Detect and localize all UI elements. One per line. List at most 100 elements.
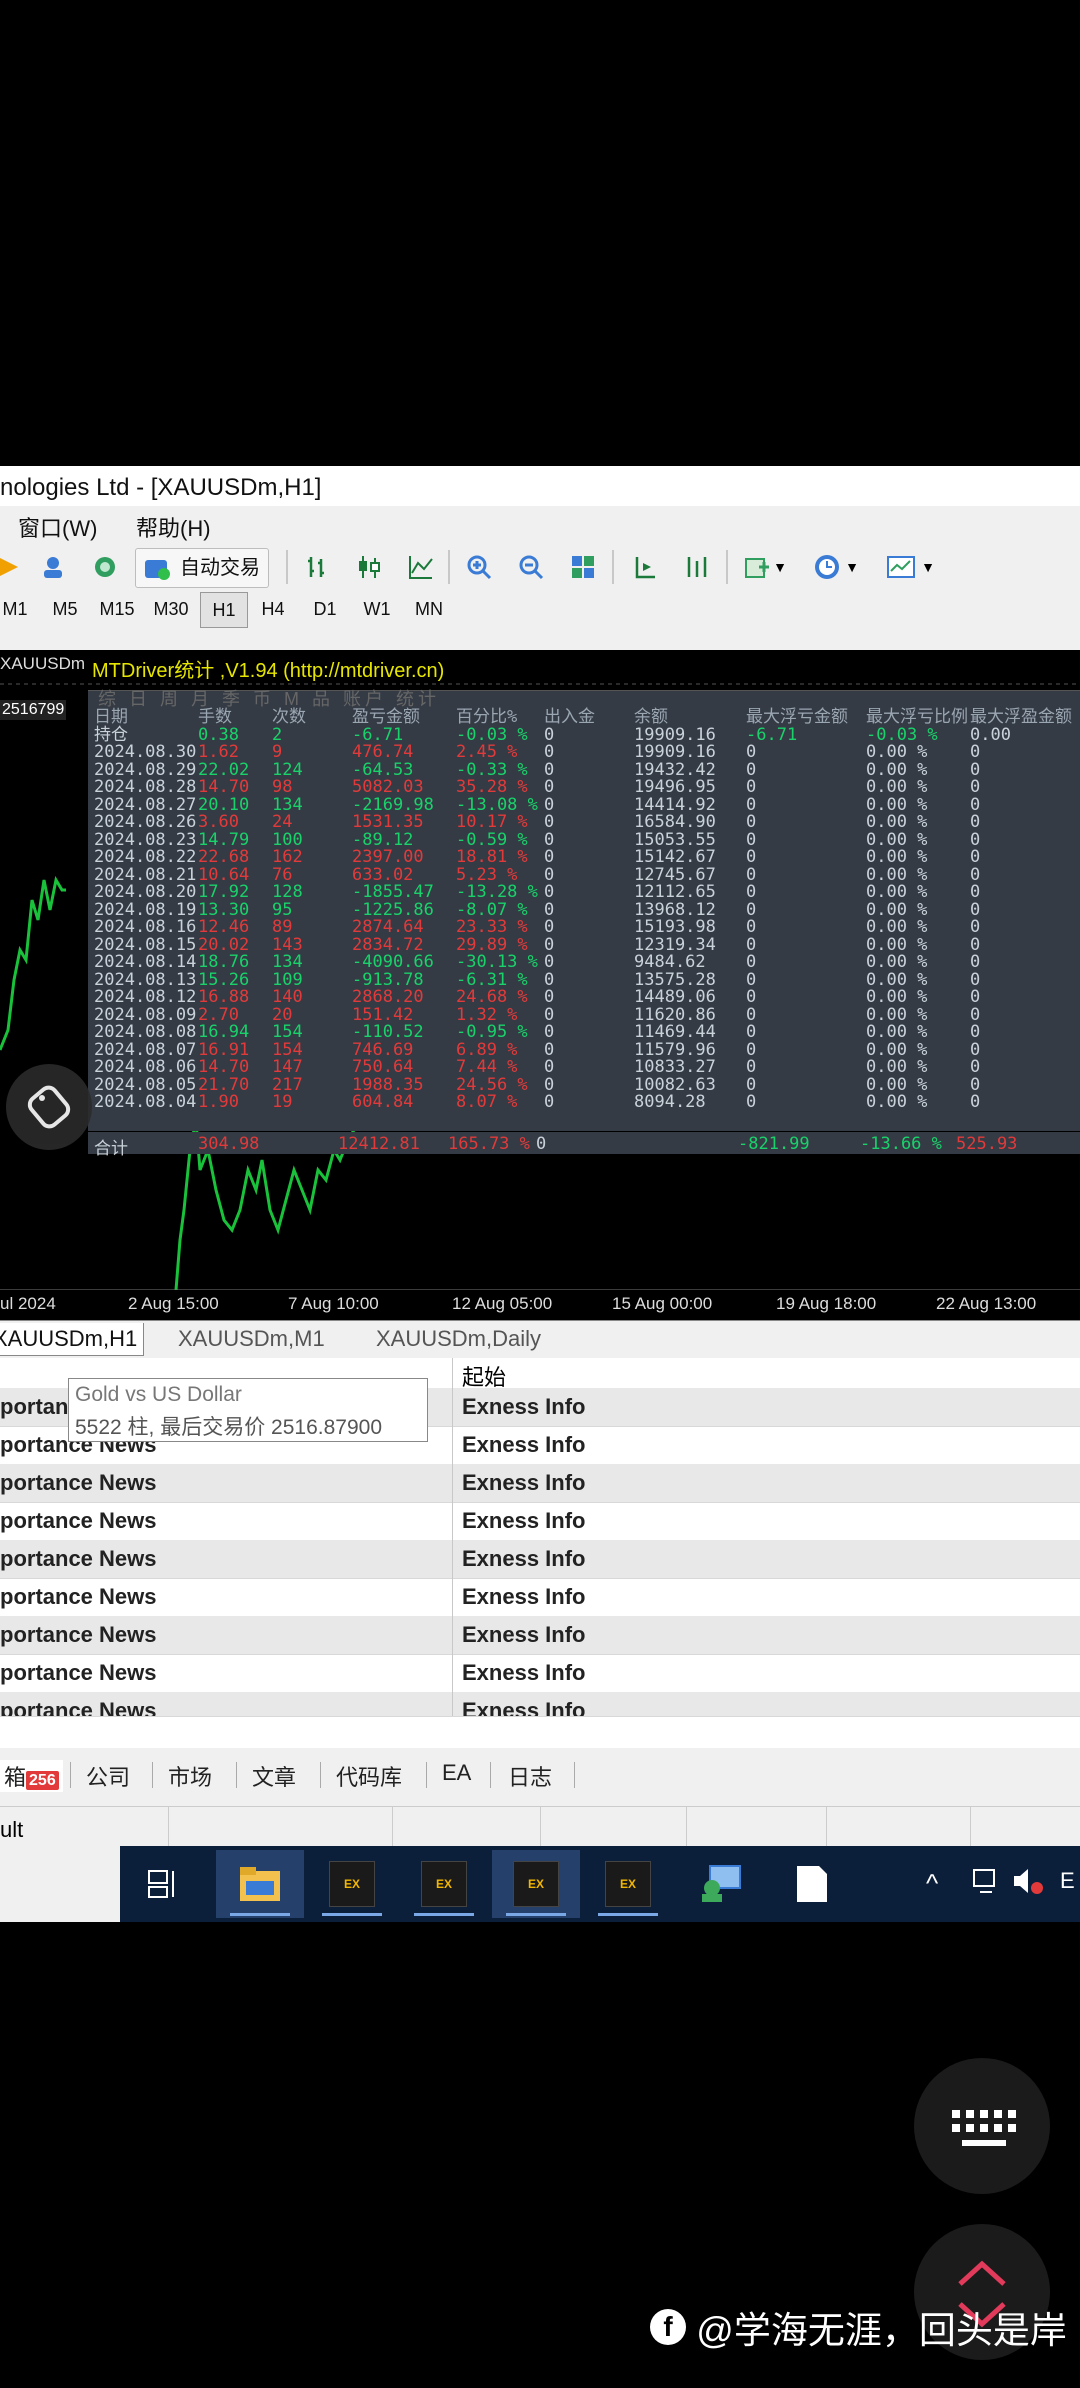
zoom-in-icon[interactable] — [462, 550, 496, 584]
exness-terminal-taskbar[interactable]: EX — [584, 1850, 672, 1918]
tile-windows-icon[interactable] — [566, 550, 600, 584]
stats-cell: 2024.08.16 — [94, 917, 197, 937]
stats-cell: 18.81 % — [456, 847, 528, 867]
stats-cell: -4090.66 — [352, 952, 434, 972]
stats-row: 2024.08.20 17.92 128 -1855.47 -13.28 % 0 12112… — [94, 883, 1072, 902]
timeframe-m1[interactable]: M1 — [0, 592, 38, 626]
total-pnl: 12412.81 — [338, 1134, 420, 1154]
news-title: portance News — [0, 1660, 157, 1685]
chevron-down-icon[interactable]: ▼ — [770, 550, 790, 584]
auto-trading-label: 自动交易 — [180, 557, 260, 579]
chart-shift-icon[interactable] — [628, 550, 662, 584]
menu-help[interactable]: 帮助(H) — [136, 511, 211, 543]
stats-cell: -110.52 — [352, 1022, 424, 1042]
news-row[interactable]: portance News Exness Info — [0, 1654, 1080, 1693]
network-icon[interactable] — [972, 1866, 1002, 1903]
stats-panel: 综 日 周 月 季 币 M 品 账户 统计 日期 手数 次数 盈亏金额 百分比% 出入金余… — [88, 689, 1080, 1131]
chevron-down-icon[interactable]: ▼ — [842, 550, 862, 584]
stats-cell: 2024.08.12 — [94, 987, 197, 1007]
timeframe-m30[interactable]: M30 — [148, 592, 194, 626]
timeframe-mn[interactable]: MN — [406, 592, 452, 626]
keyboard-icon — [952, 2110, 1016, 2146]
stats-cell: 0.00 % — [866, 917, 928, 937]
tab-journal[interactable]: 日志 — [508, 1760, 552, 1792]
stats-cell: 0 — [544, 794, 555, 815]
keyboard-toggle-button[interactable] — [914, 2058, 1050, 2194]
chevron-down-icon[interactable]: ▼ — [918, 550, 938, 584]
news-row[interactable]: portance News Exness Info — [0, 1616, 1080, 1655]
stats-table: 日期 手数 次数 盈亏金额 百分比% 出入金 余额 最大浮亏金额 最大浮亏比例 最大浮盈金额 持仓… — [94, 707, 1072, 1112]
stats-cell: 2024.08.14 — [94, 952, 197, 972]
news-row[interactable]: portance News Exness Info — [0, 1578, 1080, 1617]
column-divider — [452, 1358, 453, 1388]
menu-window[interactable]: 窗口(W) — [18, 511, 97, 543]
floating-tool-button[interactable] — [6, 1064, 92, 1150]
tab-xauusdm-h1[interactable]: XAUUSDm,H1 — [0, 1323, 145, 1356]
line-chart-icon[interactable] — [404, 550, 438, 584]
stats-cell: 16584.90 — [634, 812, 716, 832]
bar-chart-icon[interactable] — [302, 550, 336, 584]
stats-total-row: 合计 304.98 12412.81 165.73 % 0 -821.99 -1… — [88, 1132, 1080, 1159]
stats-cell: 14.70 — [198, 1057, 250, 1077]
timeframe-h1[interactable]: H1 — [200, 592, 248, 628]
stats-cell: 0 — [970, 742, 981, 762]
exness-terminal-taskbar[interactable]: EX — [400, 1850, 488, 1918]
timeframe-h4[interactable]: H4 — [250, 592, 296, 626]
task-view-button[interactable] — [120, 1850, 208, 1918]
tab-company[interactable]: 公司 — [86, 1760, 130, 1792]
price-chart[interactable]: XAUUSDm 2516799 MTDriver统计 ,V1.94 (http:… — [0, 650, 1080, 1290]
file-explorer-taskbar[interactable] — [216, 1850, 304, 1918]
stats-cell: 0 — [544, 864, 555, 885]
zoom-out-icon[interactable] — [514, 550, 548, 584]
news-row[interactable]: portance News Exness Info — [0, 1692, 1080, 1717]
news-row[interactable]: portance News Exness Info — [0, 1464, 1080, 1503]
tab-articles[interactable]: 文章 — [252, 1760, 296, 1792]
auto-scroll-icon[interactable] — [680, 550, 714, 584]
tab-xauusdm-daily[interactable]: XAUUSDm,Daily — [370, 1323, 547, 1355]
accounts-icon[interactable] — [36, 550, 70, 584]
timeframe-m15[interactable]: M15 — [94, 592, 140, 626]
stats-cell: 0 — [544, 829, 555, 850]
stats-cell: 0 — [970, 934, 981, 955]
notepad-taskbar[interactable] — [768, 1850, 856, 1918]
stats-column-header: 百分比% — [456, 707, 518, 727]
indicators-icon[interactable] — [740, 550, 774, 584]
stats-cell: 0 — [970, 1004, 981, 1025]
stats-cell: 0 — [970, 1057, 981, 1077]
periods-icon[interactable] — [810, 550, 844, 584]
tab-market[interactable]: 市场 — [168, 1760, 212, 1792]
stats-cell: 0 — [970, 1039, 981, 1060]
auto-trading-button[interactable]: 自动交易 — [135, 548, 269, 588]
news-row[interactable]: portance News Exness Info — [0, 1502, 1080, 1541]
exness-terminal-taskbar[interactable]: EX — [492, 1850, 580, 1918]
stats-column-header: 最大浮亏比例 — [866, 707, 968, 727]
remote-desktop-taskbar[interactable] — [676, 1850, 764, 1918]
candlestick-icon[interactable] — [352, 550, 386, 584]
stats-cell: 0 — [970, 969, 981, 990]
news-row[interactable]: portance News Exness Info — [0, 1540, 1080, 1579]
tab-xauusdm-m1[interactable]: XAUUSDm,M1 — [172, 1323, 331, 1355]
toolbar-separator — [448, 550, 450, 584]
timeframe-d1[interactable]: D1 — [302, 592, 348, 626]
tab-code-base[interactable]: 代码库 — [336, 1760, 402, 1792]
volume-muted-icon[interactable] — [1012, 1866, 1046, 1903]
exness-terminal-taskbar[interactable]: EX — [308, 1850, 396, 1918]
stats-cell: 0 — [544, 1057, 555, 1077]
time-axis: ul 2024 2 Aug 15:00 7 Aug 10:00 12 Aug 0… — [0, 1290, 1080, 1320]
signal-icon[interactable] — [88, 550, 122, 584]
arrow-icon[interactable] — [0, 550, 26, 584]
timeframe-w1[interactable]: W1 — [354, 592, 400, 626]
stats-cell: -30.13 % — [456, 952, 538, 972]
stats-cell: 0 — [970, 794, 981, 815]
stats-cell: 10833.27 — [634, 1057, 716, 1077]
timeframe-m5[interactable]: M5 — [42, 592, 88, 626]
toolbar: 自动交易 ▼ ▼ ▼ — [0, 544, 1080, 590]
status-bar: ult — [0, 1806, 1080, 1851]
chevron-up-icon[interactable]: ^ — [926, 1868, 938, 1899]
tab-ea[interactable]: EA — [442, 1760, 471, 1786]
templates-icon[interactable] — [884, 550, 918, 584]
exness-logo-icon: EX — [421, 1861, 467, 1907]
input-language-indicator[interactable]: E — [1060, 1868, 1075, 1894]
tab-news[interactable]: 箱 256 — [0, 1760, 63, 1792]
stats-cell: 0 — [544, 759, 555, 780]
